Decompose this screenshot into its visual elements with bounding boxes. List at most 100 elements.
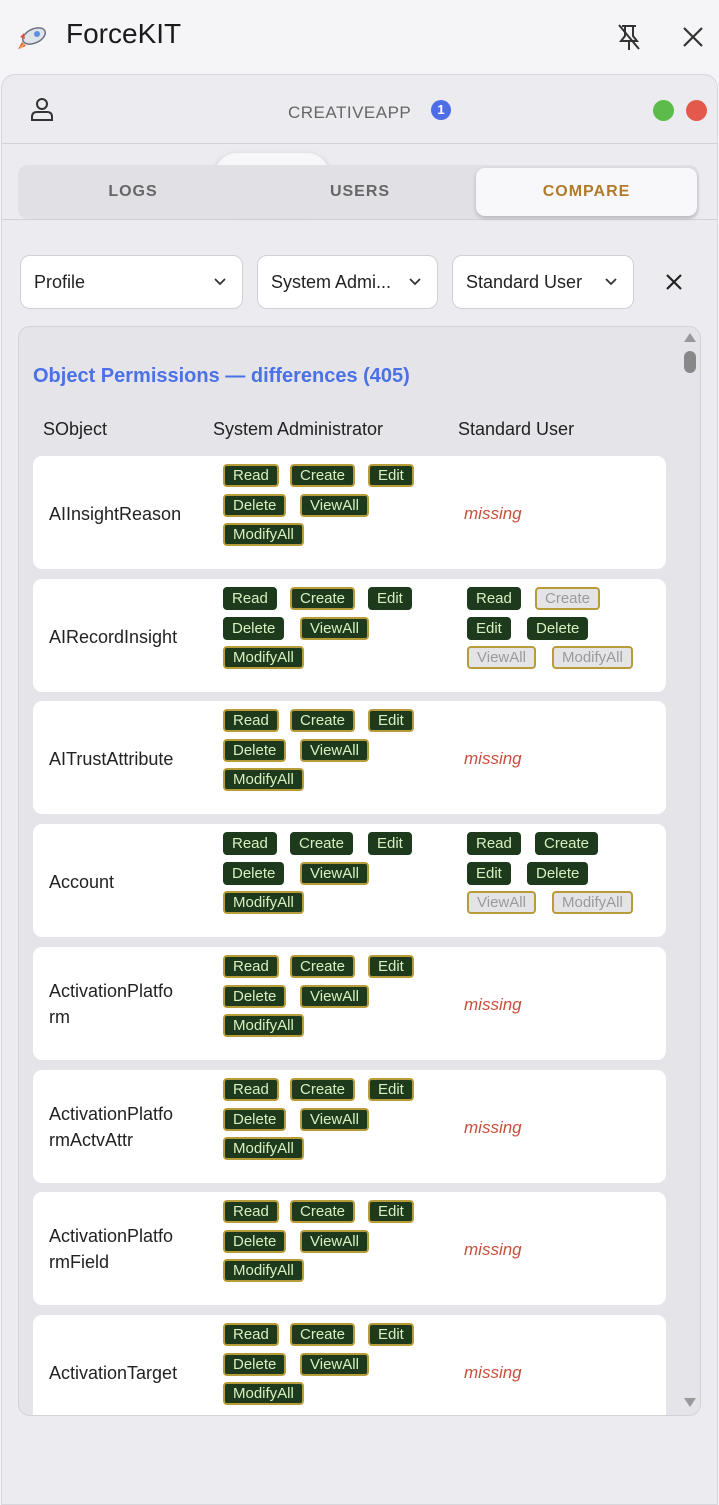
status-dot-red[interactable]: [686, 100, 707, 121]
sobject-name-line: rmActvAttr: [49, 1129, 133, 1150]
type-select[interactable]: Profile: [20, 255, 243, 309]
sobject-name: ActivationPlatfo rmActvAttr: [49, 1101, 194, 1153]
permission-chip-create: Create: [535, 832, 599, 856]
permission-chip-delete: Delete: [527, 862, 589, 886]
permission-chip-modifyall: ModifyAll: [223, 645, 304, 669]
permission-chip-read: Read: [467, 586, 521, 610]
permission-chip-viewall: ViewAll: [467, 891, 536, 915]
permission-chip-delete: Delete: [223, 1107, 287, 1131]
permission-chip-delete: Delete: [223, 1352, 287, 1376]
permission-chip-viewall: ViewAll: [300, 1230, 369, 1254]
sobject-name-line: AITrustAttribute: [49, 749, 174, 770]
permission-chip-delete: Delete: [223, 739, 287, 763]
permission-chip-read: Read: [223, 1200, 279, 1224]
sobject-name-line: Account: [49, 872, 115, 893]
view-tabs: LOGS USERS COMPARE: [18, 165, 699, 219]
permission-chip-edit: Edit: [467, 616, 511, 640]
close-button[interactable]: [676, 20, 710, 54]
permission-chip-modifyall: ModifyAll: [223, 1013, 304, 1037]
permission-row: ActivationPlatfo rmActvAttr Read Create Edit…: [33, 1069, 666, 1183]
permission-chip-edit: Edit: [368, 832, 412, 856]
permission-chip-edit: Edit: [368, 464, 414, 487]
tab-compare[interactable]: COMPARE: [476, 168, 697, 216]
permission-chip-read: Read: [467, 832, 521, 856]
permission-chip-edit: Edit: [368, 1200, 414, 1224]
permission-chip-viewall: ViewAll: [300, 984, 369, 1008]
clear-filters-button[interactable]: [660, 268, 688, 296]
permission-chip-modifyall: ModifyAll: [223, 1381, 304, 1405]
permission-row: AIRecordInsight Read Create Edit Delete ViewA…: [33, 578, 666, 692]
unpin-button[interactable]: [612, 20, 646, 54]
permission-chip-modifyall: ModifyAll: [223, 523, 304, 546]
permission-chip-delete: Delete: [223, 862, 285, 886]
permission-chip-create: Create: [290, 954, 356, 978]
permission-chip-delete: Delete: [223, 616, 285, 640]
permission-chip-edit: Edit: [368, 586, 412, 610]
permission-chip-modifyall: ModifyAll: [223, 1136, 304, 1160]
title-bar: ForceKIT: [0, 0, 719, 74]
sobject-name-line: AIRecordInsight: [49, 626, 178, 647]
permission-chip-create: Create: [290, 464, 356, 487]
permission-chip-create: Create: [290, 1077, 356, 1101]
permission-chip-modifyall: ModifyAll: [223, 891, 304, 915]
permission-chip-create: Create: [535, 586, 601, 610]
permission-chip-read: Read: [223, 709, 279, 733]
permission-chip-delete: Delete: [527, 616, 589, 640]
sobject-name-line: ActivationTarget: [49, 1362, 178, 1383]
left-profile-value: System Admi...: [271, 272, 392, 292]
permission-chip-create: Create: [290, 832, 354, 856]
sobject-name: ActivationPlatfo rm: [49, 978, 194, 1030]
permission-chip-delete: Delete: [223, 984, 287, 1008]
sobject-name: ActivationTarget: [49, 1360, 194, 1386]
chevron-down-icon: [409, 278, 421, 286]
permission-chip-edit: Edit: [368, 954, 414, 978]
permission-chip-delete: Delete: [223, 1230, 287, 1254]
user-icon[interactable]: [28, 95, 56, 123]
missing-label: missing: [464, 1117, 522, 1137]
rocket-logo-icon: [18, 27, 47, 49]
permission-chip-edit: Edit: [368, 1322, 414, 1346]
org-count-badge: 1: [431, 100, 451, 120]
right-profile-value: Standard User: [466, 272, 583, 292]
permission-chip-viewall: ViewAll: [300, 862, 369, 886]
missing-label: missing: [464, 504, 522, 523]
permission-row: AIInsightReason Read Create Edit Delete ViewA…: [33, 456, 666, 569]
left-profile-select[interactable]: System Admi...: [257, 255, 438, 309]
permission-chip-read: Read: [223, 1077, 279, 1101]
permission-chip-viewall: ViewAll: [467, 645, 536, 669]
sobject-name: AIRecordInsight: [49, 624, 194, 650]
results-title: Object Permissions — differences (405): [33, 365, 410, 387]
tab-logs[interactable]: LOGS: [21, 168, 245, 216]
sobject-name-line: AIInsightReason: [49, 504, 182, 524]
sobject-name: AITrustAttribute: [49, 746, 194, 772]
permission-chip-modifyall: ModifyAll: [223, 1259, 304, 1283]
right-profile-select[interactable]: Standard User: [452, 255, 634, 309]
unpin-icon: [618, 24, 640, 50]
org-name: CREATIVEAPP: [288, 103, 412, 122]
missing-label: missing: [464, 994, 522, 1014]
sobject-name: Account: [49, 869, 194, 895]
app-title: ForceKIT: [66, 18, 182, 49]
column-header-left: System Administrator: [213, 419, 384, 439]
sobject-name-line: rmField: [49, 1252, 110, 1273]
sobject-name-line: ActivationPlatfo: [49, 1226, 174, 1247]
scroll-up-arrow[interactable]: [684, 333, 696, 342]
permission-chip-edit: Edit: [368, 709, 414, 733]
permission-chip-modifyall: ModifyAll: [552, 891, 633, 915]
status-dot-green[interactable]: [653, 100, 674, 121]
permission-chip-create: Create: [290, 1322, 356, 1346]
permission-chip-read: Read: [223, 954, 279, 978]
tab-users[interactable]: USERS: [248, 168, 472, 216]
permission-chip-viewall: ViewAll: [300, 1107, 369, 1131]
permission-chip-edit: Edit: [467, 862, 511, 886]
sobject-name: ActivationPlatfo rmField: [49, 1223, 194, 1275]
permission-chip-modifyall: ModifyAll: [552, 645, 633, 669]
scrollbar-thumb[interactable]: [684, 351, 696, 373]
scroll-down-arrow[interactable]: [684, 1398, 696, 1407]
permission-chip-viewall: ViewAll: [300, 1352, 369, 1376]
close-icon: [683, 27, 703, 47]
missing-label: missing: [464, 1362, 522, 1382]
permission-chip-read: Read: [223, 1322, 279, 1346]
sobject-name-line: ActivationPlatfo: [49, 980, 174, 1001]
permission-row: Account Read Create Edit Delete ViewAll Modify…: [33, 824, 666, 938]
